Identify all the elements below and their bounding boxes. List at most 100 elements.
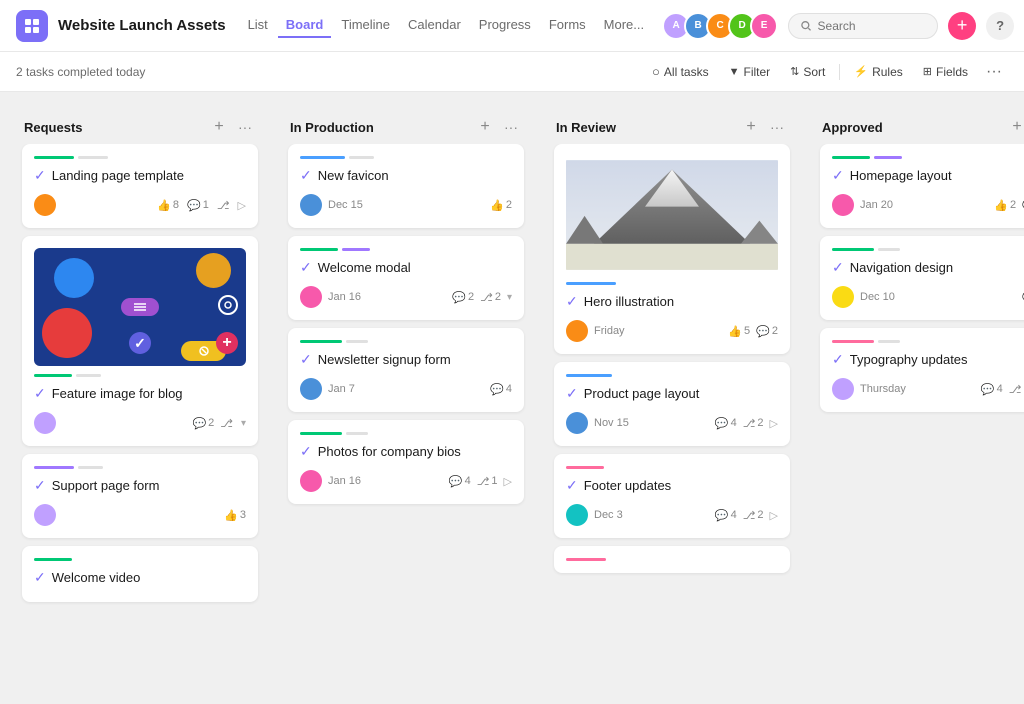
- card-avatar: [34, 194, 56, 216]
- card-footer: 👍 8 💬 1 ⎇ ▷: [34, 194, 246, 216]
- comments-count: 💬 1: [187, 199, 209, 212]
- card-footer-newsletter: Jan 7 💬4: [300, 378, 512, 400]
- add-button[interactable]: +: [948, 12, 976, 40]
- board: Requests + ··· ✓ Landing page template: [0, 92, 1024, 704]
- rules-btn[interactable]: ⚡ Rules: [846, 61, 910, 83]
- card-photos: ✓ Photos for company bios Jan 16 💬4 ⎇1 ▷: [288, 420, 524, 504]
- card-title-navigation: ✓ Navigation design: [832, 259, 1024, 276]
- card-homepage: ✓ Homepage layout Jan 20 👍2 💬4: [820, 144, 1024, 228]
- column-header-approved: Approved + ···: [812, 106, 1024, 144]
- card-image-colorful: ✓ +: [34, 248, 246, 366]
- card-title-photos: ✓ Photos for company bios: [300, 443, 512, 460]
- nav-more[interactable]: More...: [596, 13, 652, 38]
- card-support: ✓ Support page form 👍3: [22, 454, 258, 538]
- card-footer-feature: 💬2 ⎇ ▾: [34, 412, 246, 434]
- card-welcome-video: ✓ Welcome video: [22, 546, 258, 602]
- circle-icon: ○: [652, 64, 660, 79]
- filter-icon: ▼: [729, 66, 740, 78]
- search-input[interactable]: [818, 19, 926, 33]
- column-menu-requests[interactable]: ···: [234, 116, 256, 138]
- expand-icon[interactable]: ▷: [238, 199, 246, 212]
- card-footer-photos: Jan 16 💬4 ⎇1 ▷: [300, 470, 512, 492]
- card-hero: ✓ Hero illustration Friday 👍5 💬2: [554, 144, 790, 354]
- card-footer-product: Nov 15 💬4 ⎇2 ▷: [566, 412, 778, 434]
- nav-forms[interactable]: Forms: [541, 13, 594, 38]
- card-avatar-feature: [34, 412, 56, 434]
- tasks-completed: 2 tasks completed today: [16, 65, 145, 79]
- more-options-btn[interactable]: ···: [980, 59, 1008, 85]
- card-title-footer: ✓ Footer updates: [566, 477, 778, 494]
- add-card-production[interactable]: +: [474, 116, 496, 138]
- card-footer-footer: Dec 3 💬4 ⎇2 ▷: [566, 504, 778, 526]
- card-welcome-modal: ✓ Welcome modal Jan 16 💬2 ⎇2 ▾: [288, 236, 524, 320]
- app-icon: [16, 10, 48, 42]
- card-title-typography: ✓ Typography updates: [832, 351, 1024, 368]
- likes-count: 👍 8: [157, 199, 179, 212]
- sort-btn[interactable]: ⇅ Sort: [782, 61, 833, 83]
- thumbup-icon: 👍: [157, 199, 171, 212]
- top-nav: Website Launch Assets List Board Timelin…: [0, 0, 1024, 52]
- card-title-homepage: ✓ Homepage layout: [832, 167, 1024, 184]
- card-product-layout: ✓ Product page layout Nov 15 💬4 ⎇2 ▷: [554, 362, 790, 446]
- add-card-requests[interactable]: +: [208, 116, 230, 138]
- column-in-review: In Review + ···: [546, 106, 798, 690]
- card-footer-support: 👍3: [34, 504, 246, 526]
- card-footer-hero: Friday 👍5 💬2: [566, 320, 778, 342]
- fields-icon: ⊞: [923, 65, 932, 78]
- card-title-favicon: ✓ New favicon: [300, 167, 512, 184]
- column-menu-review[interactable]: ···: [766, 116, 788, 138]
- column-in-production: In Production + ··· ✓ New favicon Dec 15: [280, 106, 532, 690]
- column-header-requests: Requests + ···: [14, 106, 266, 144]
- card-footer-typography: Thursday 💬4 ⎇1 ▷: [832, 378, 1024, 400]
- card-title-landing: ✓ Landing page template: [34, 167, 246, 184]
- nav-progress[interactable]: Progress: [471, 13, 539, 38]
- column-cards-requests: ✓ Landing page template 👍 8 💬 1: [14, 144, 266, 610]
- nav-list[interactable]: List: [240, 13, 276, 38]
- column-title-approved: Approved: [822, 120, 1002, 135]
- fields-btn[interactable]: ⊞ Fields: [915, 61, 976, 83]
- search-bar[interactable]: [788, 13, 938, 39]
- help-button[interactable]: ?: [986, 12, 1014, 40]
- column-cards-review: ✓ Hero illustration Friday 👍5 💬2: [546, 144, 798, 581]
- card-title-newsletter: ✓ Newsletter signup form: [300, 351, 512, 368]
- card-color-bars: [34, 156, 246, 159]
- card-feature-image: ✓ + ✓ Feature image for blog: [22, 236, 258, 446]
- card-title-product: ✓ Product page layout: [566, 385, 778, 402]
- comment-icon: 💬: [187, 199, 201, 212]
- add-card-review[interactable]: +: [740, 116, 762, 138]
- card-footer-favicon: Dec 15 👍2: [300, 194, 512, 216]
- card-landing-page: ✓ Landing page template 👍 8 💬 1: [22, 144, 258, 228]
- column-title-requests: Requests: [24, 120, 204, 135]
- add-card-approved[interactable]: +: [1006, 116, 1024, 138]
- all-tasks-btn[interactable]: ○ All tasks: [644, 60, 717, 83]
- sub-toolbar: 2 tasks completed today ○ All tasks ▼ Fi…: [0, 52, 1024, 92]
- card-partial-review: [554, 546, 790, 573]
- card-title-hero: ✓ Hero illustration: [566, 293, 778, 310]
- nav-right: A B C D E + ? U: [662, 12, 1024, 40]
- rules-icon: ⚡: [854, 65, 868, 78]
- avatar-5[interactable]: E: [750, 12, 778, 40]
- column-menu-production[interactable]: ···: [500, 116, 522, 138]
- card-meta-feature: 💬2 ⎇ ▾: [192, 417, 246, 430]
- project-title: Website Launch Assets: [58, 17, 226, 34]
- card-title-welcome-video: ✓ Welcome video: [34, 569, 246, 586]
- card-footer-navigation: Dec 10 💬3: [832, 286, 1024, 308]
- dropdown-arrow-feature[interactable]: ▾: [241, 418, 246, 429]
- nav-timeline[interactable]: Timeline: [333, 13, 398, 38]
- filter-btn[interactable]: ▼ Filter: [721, 61, 779, 83]
- card-title-feature: ✓ Feature image for blog: [34, 385, 246, 402]
- nav-calendar[interactable]: Calendar: [400, 13, 469, 38]
- toolbar-right: ○ All tasks ▼ Filter ⇅ Sort ⚡ Rules ⊞ Fi…: [644, 59, 1008, 85]
- column-requests: Requests + ··· ✓ Landing page template: [14, 106, 266, 690]
- sort-icon: ⇅: [790, 65, 799, 78]
- card-typography: ✓ Typography updates Thursday 💬4 ⎇1 ▷: [820, 328, 1024, 412]
- card-navigation: ✓ Navigation design Dec 10 💬3: [820, 236, 1024, 320]
- column-cards-production: ✓ New favicon Dec 15 👍2 ✓: [280, 144, 532, 512]
- team-avatars: A B C D E: [662, 12, 778, 40]
- card-color-bars-feature: [34, 374, 246, 377]
- toolbar-divider: [839, 64, 840, 80]
- card-title-support: ✓ Support page form: [34, 477, 246, 494]
- column-title-review: In Review: [556, 120, 736, 135]
- nav-board[interactable]: Board: [278, 13, 332, 38]
- card-footer-modal: Jan 16 💬2 ⎇2 ▾: [300, 286, 512, 308]
